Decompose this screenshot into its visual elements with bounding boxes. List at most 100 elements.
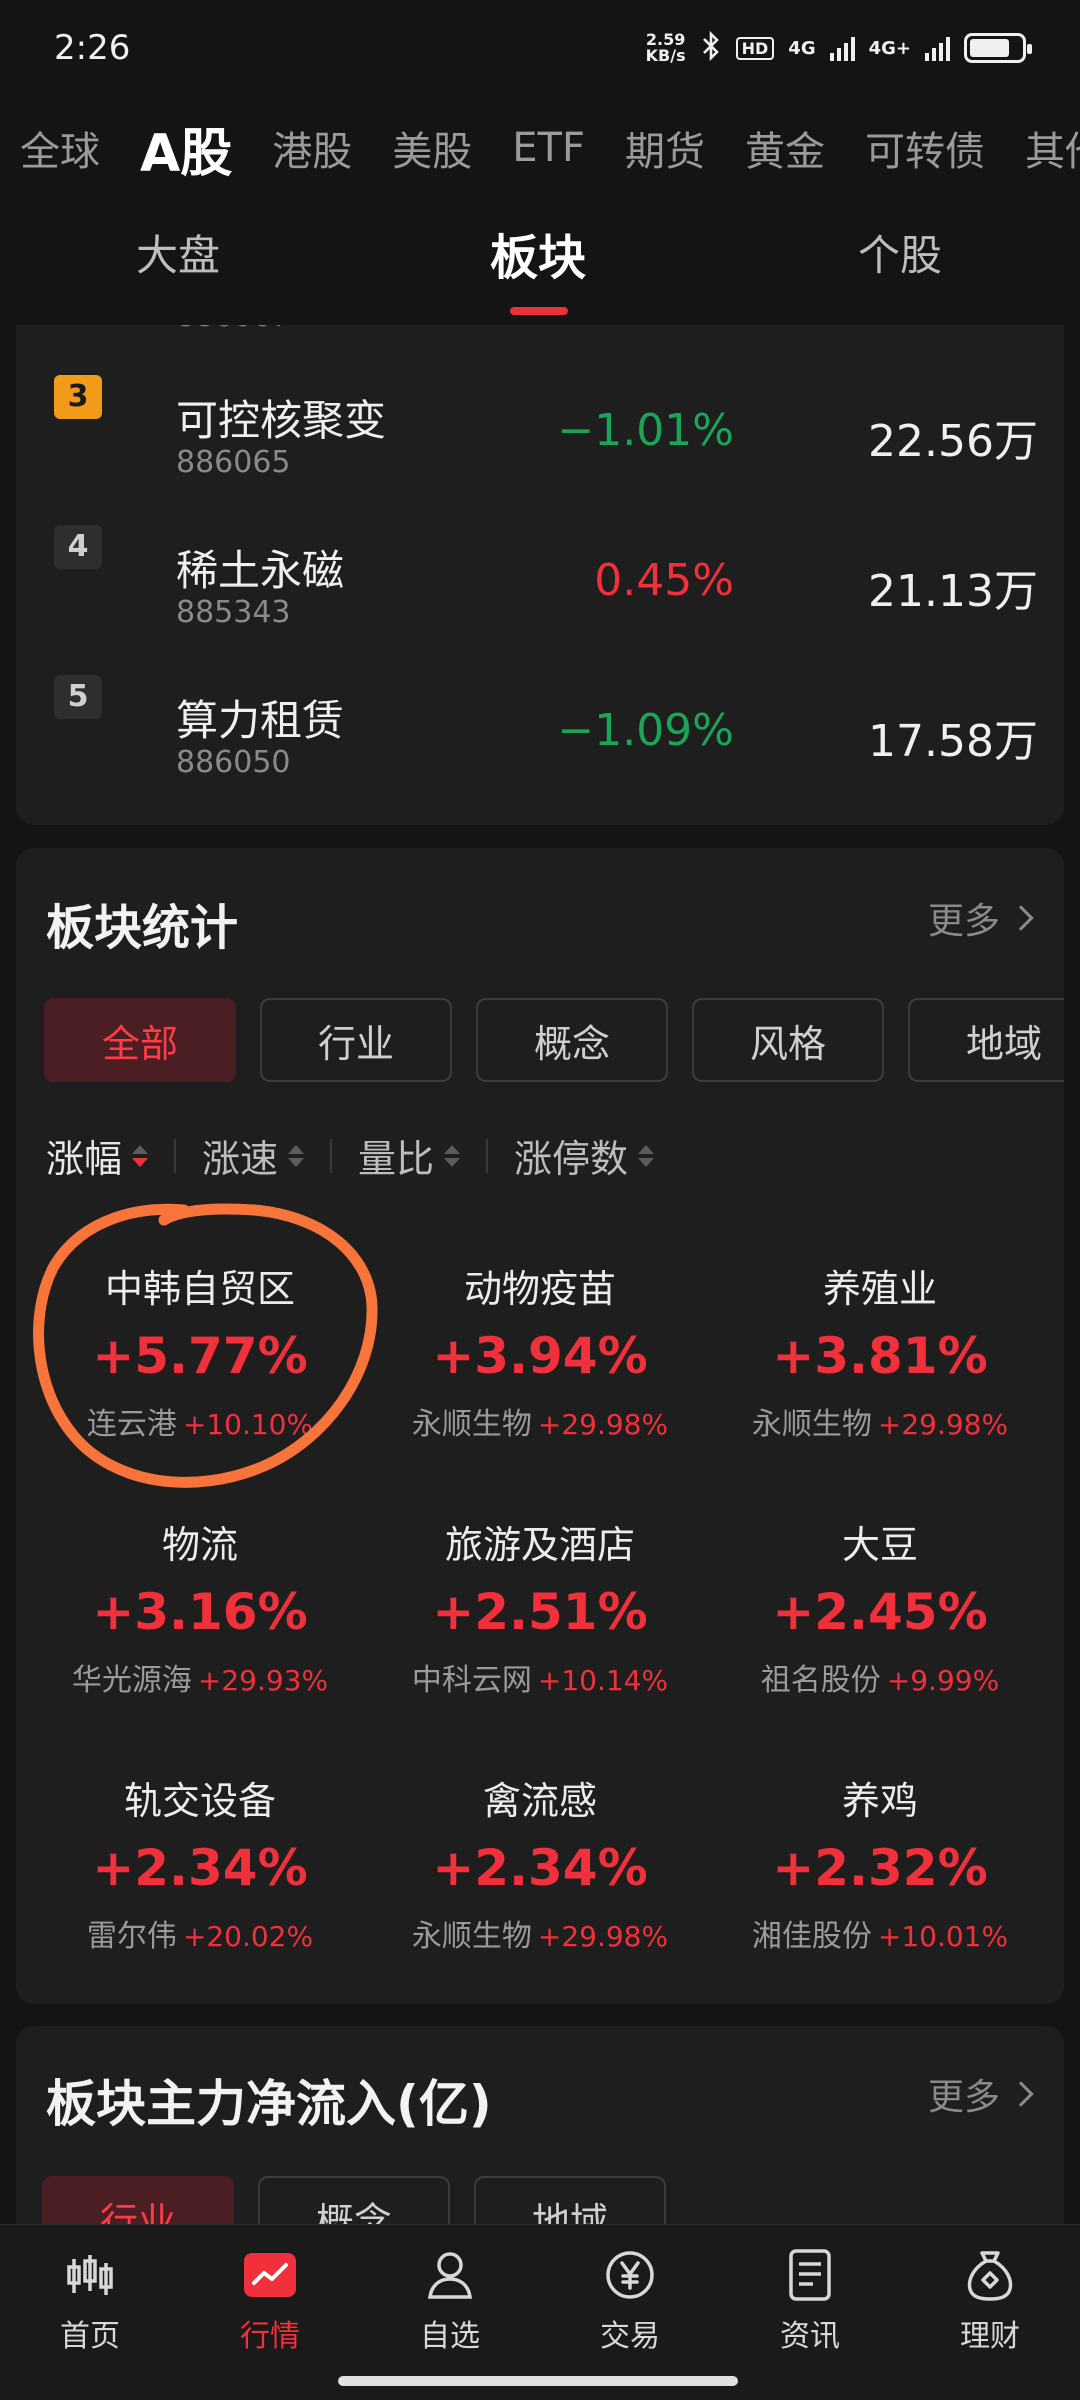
tab-us-stocks[interactable]: 美股	[392, 119, 472, 177]
filter-region[interactable]: 地域	[908, 998, 1064, 1082]
more-link[interactable]: 更多	[927, 892, 1034, 944]
nav-trade[interactable]: 交易	[560, 2247, 700, 2355]
volume-value: 21.13万	[868, 566, 1038, 617]
sector-cell[interactable]: 轨交设备 +2.34% 雷尔伟 +20.02%	[30, 1770, 370, 2004]
tab-gold[interactable]: 黄金	[745, 119, 825, 177]
tab-hk-stocks[interactable]: 港股	[272, 119, 352, 177]
rank-badge: 3	[54, 375, 102, 419]
sector-ranking-list: 886067 3 可控核聚变 886065 −1.01% 22.56万 4 稀土…	[16, 325, 1064, 825]
leading-stock-name: 雷尔伟	[86, 1919, 177, 1954]
trend-chart-icon	[242, 2247, 298, 2303]
sector-cell[interactable]: 旅游及酒店 +2.51% 中科云网 +10.14%	[370, 1514, 710, 1764]
change-percent: −1.01%	[557, 405, 734, 456]
nav-home[interactable]: 首页	[20, 2247, 160, 2355]
tab-individual-stocks[interactable]: 个股	[858, 222, 942, 283]
home-indicator[interactable]	[338, 2376, 738, 2386]
leading-stock: 中科云网 +10.14%	[370, 1655, 710, 1699]
list-item[interactable]: 3 可控核聚变 886065 −1.01% 22.56万	[16, 325, 1064, 480]
yen-coin-icon	[602, 2247, 658, 2303]
filter-all[interactable]: 全部	[44, 998, 236, 1082]
leading-stock-name: 永顺生物	[411, 1407, 532, 1442]
sort-by-volume-ratio[interactable]: 量比	[358, 1128, 461, 1183]
tab-futures[interactable]: 期货	[625, 119, 705, 177]
sort-by-speed[interactable]: 涨速	[202, 1128, 305, 1183]
sector-name: 中韩自贸区	[104, 1267, 295, 1311]
bluetooth-icon	[700, 30, 722, 65]
market-tabs: 全球 A股 港股 美股 ETF 期货 黄金 可转债 其他	[0, 108, 1080, 188]
leading-stock: 雷尔伟 +20.02%	[30, 1911, 370, 1955]
nav-wealth[interactable]: 理财	[920, 2247, 1060, 2355]
list-item[interactable]: 4 稀土永磁 885343 0.45% 21.13万	[16, 475, 1064, 630]
leading-stock-name: 连云港	[86, 1407, 177, 1442]
sector-cell[interactable]: 养殖业 +3.81% 永顺生物 +29.98%	[710, 1258, 1050, 1508]
change-percent: 0.45%	[594, 555, 734, 606]
divider	[330, 1138, 333, 1173]
leading-stock-change: +9.99%	[886, 1664, 1000, 1697]
signal-strength-icon	[829, 35, 855, 61]
sector-change: +3.16%	[92, 1583, 308, 1641]
tab-a-shares[interactable]: A股	[140, 111, 232, 186]
leading-stock-change: +20.02%	[182, 1920, 314, 1953]
filter-style[interactable]: 风格	[692, 998, 884, 1082]
tab-others[interactable]: 其他	[1025, 119, 1080, 177]
filter-chips: 全部 行业 概念 风格 地域	[44, 998, 1064, 1082]
more-label: 更多	[927, 2077, 1000, 2118]
nav-news[interactable]: 资讯	[740, 2247, 880, 2355]
hd-voice-icon: HD	[735, 36, 775, 60]
money-bag-icon	[962, 2247, 1018, 2303]
more-label: 更多	[927, 901, 1000, 942]
signal-strength-icon-2	[925, 35, 950, 61]
leading-stock: 永顺生物 +29.98%	[710, 1399, 1050, 1443]
rank-badge: 4	[54, 525, 102, 569]
tab-convertible-bonds[interactable]: 可转债	[865, 119, 985, 177]
leading-stock: 祖名股份 +9.99%	[710, 1655, 1050, 1699]
filter-concept[interactable]: 概念	[476, 998, 668, 1082]
nav-watchlist[interactable]: 自选	[380, 2247, 520, 2355]
divider	[174, 1138, 177, 1173]
sector-cell[interactable]: 大豆 +2.45% 祖名股份 +9.99%	[710, 1514, 1050, 1764]
nav-label: 资讯	[780, 2319, 840, 2354]
tab-market-overview[interactable]: 大盘	[136, 222, 220, 283]
sector-name: 动物疫苗	[463, 1267, 616, 1311]
sector-name: 大豆	[841, 1523, 918, 1567]
sector-cell[interactable]: 动物疫苗 +3.94% 永顺生物 +29.98%	[370, 1258, 710, 1508]
sector-cell[interactable]: 禽流感 +2.34% 永顺生物 +29.98%	[370, 1770, 710, 2004]
sub-tabs: 大盘 板块 个股	[0, 212, 1080, 322]
filter-industry[interactable]: 行业	[42, 2176, 234, 2226]
filter-region[interactable]: 地域	[474, 2176, 666, 2226]
nav-label: 行情	[240, 2319, 300, 2354]
leading-stock: 连云港 +10.10%	[30, 1399, 370, 1443]
tab-global[interactable]: 全球	[20, 119, 100, 177]
leading-stock-change: +10.10%	[182, 1408, 314, 1441]
sort-arrows-icon	[288, 1144, 305, 1167]
nav-label: 理财	[960, 2319, 1020, 2354]
network-speed-unit: KB/s	[645, 46, 686, 65]
sector-cell[interactable]: 中韩自贸区 +5.77% 连云港 +10.10%	[30, 1258, 370, 1508]
sort-by-limit-up-count[interactable]: 涨停数	[514, 1128, 655, 1183]
sector-change: +2.34%	[432, 1839, 648, 1897]
filter-concept[interactable]: 概念	[258, 2176, 450, 2226]
leading-stock-name: 华光源海	[71, 1663, 192, 1698]
bottom-navigation: 首页 行情 自选 交易 资讯 理财	[0, 2224, 1080, 2400]
leading-stock: 华光源海 +29.93%	[30, 1655, 370, 1699]
sort-options: 涨幅 涨速 量比 涨停数	[46, 1128, 655, 1183]
net-inflow-card: 板块主力净流入(亿) 更多 行业 概念 地域	[16, 2026, 1064, 2226]
sector-name: 可控核聚变	[176, 396, 387, 445]
nav-market[interactable]: 行情	[200, 2247, 340, 2355]
filter-industry[interactable]: 行业	[260, 998, 452, 1082]
sector-name: 养鸡	[841, 1779, 918, 1823]
tab-etf[interactable]: ETF	[512, 125, 585, 171]
sector-name: 养殖业	[822, 1267, 937, 1311]
tab-sectors[interactable]: 板块	[490, 218, 586, 288]
sort-by-gain[interactable]: 涨幅	[46, 1128, 149, 1183]
more-link[interactable]: 更多	[927, 2068, 1034, 2120]
list-item[interactable]: 5 算力租赁 886050 −1.09% 17.58万	[16, 625, 1064, 780]
sort-label: 涨停数	[514, 1137, 629, 1181]
leading-stock: 永顺生物 +29.98%	[370, 1911, 710, 1955]
sector-change: +3.81%	[772, 1327, 988, 1385]
sort-label: 涨速	[202, 1137, 279, 1181]
sector-cell[interactable]: 物流 +3.16% 华光源海 +29.93%	[30, 1514, 370, 1764]
battery-icon	[964, 33, 1032, 63]
sector-cell[interactable]: 养鸡 +2.32% 湘佳股份 +10.01%	[710, 1770, 1050, 2004]
leading-stock: 永顺生物 +29.98%	[370, 1399, 710, 1443]
